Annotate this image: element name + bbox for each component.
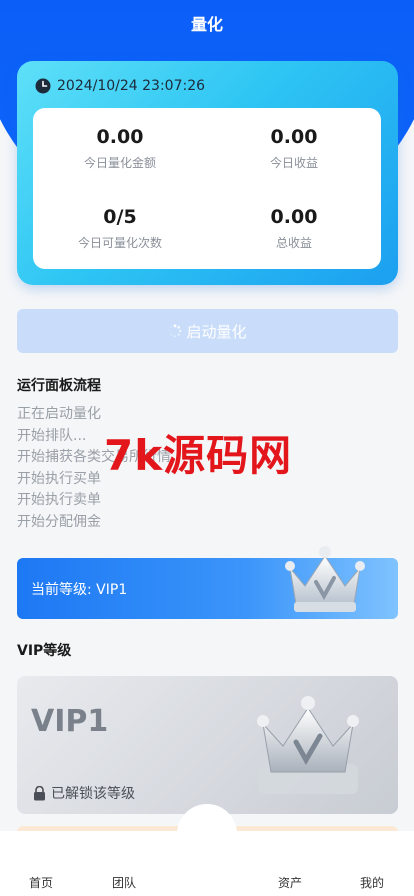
flow-section-title: 运行面板流程 — [17, 378, 101, 394]
stat-label: 今日收益 — [269, 155, 318, 170]
tab-center-button[interactable] — [177, 804, 237, 864]
tab-mine[interactable]: 我的 — [360, 874, 384, 891]
vip-unlock-text: 已解锁该等级 — [51, 786, 135, 802]
page-title: 量化 — [190, 15, 223, 34]
tab-home[interactable]: 首页 — [29, 874, 53, 891]
stats-card: 2024/10/24 23:07:26 0.00 今日量化金额 0.00 今日收… — [17, 61, 398, 285]
current-level-text: 当前等级: VIP1 — [31, 581, 128, 598]
vip-unlock-status: 已解锁该等级 — [33, 783, 135, 803]
flow-step: 开始分配佣金 — [17, 513, 101, 530]
stat-remaining-times: 0/5 今日可量化次数 — [33, 189, 207, 270]
stats-panel: 0.00 今日量化金额 0.00 今日收益 0/5 今日可量化次数 0.00 总… — [33, 108, 381, 269]
lock-icon — [34, 785, 45, 800]
watermark-logo: 7k源码网 — [104, 431, 293, 480]
vip-level-card[interactable]: VIP1 已解锁该等级 — [17, 676, 398, 814]
stat-label: 总收益 — [275, 236, 312, 251]
start-button-label: 启动量化 — [186, 323, 247, 341]
tab-assets[interactable]: 资产 — [278, 874, 302, 891]
start-quantify-button[interactable]: 启动量化 — [17, 309, 398, 353]
datetime-text: 2024/10/24 23:07:26 — [57, 78, 206, 94]
stat-total-income: 0.00 总收益 — [207, 189, 381, 270]
vip-card-name: VIP1 — [31, 704, 109, 739]
stat-label: 今日可量化次数 — [77, 236, 162, 251]
stat-value: 0.00 — [270, 125, 318, 148]
tab-team[interactable]: 团队 — [112, 874, 136, 891]
clock-icon — [35, 78, 51, 94]
spinner-icon — [169, 324, 182, 338]
flow-step: 开始执行卖单 — [17, 492, 101, 509]
vip-section-title: VIP等级 — [17, 643, 72, 659]
stat-value: 0.00 — [96, 125, 144, 148]
top-bar: 量化 — [0, 0, 414, 46]
datetime-row: 2024/10/24 23:07:26 — [35, 78, 205, 94]
stat-today-income: 0.00 今日收益 — [207, 108, 381, 189]
crown-icon — [285, 546, 365, 612]
crown-icon — [257, 696, 359, 794]
stat-value: 0.00 — [270, 206, 318, 229]
current-level-banner[interactable]: 当前等级: VIP1 — [17, 546, 398, 619]
stat-value: 0/5 — [103, 206, 137, 229]
stat-today-amount: 0.00 今日量化金额 — [33, 108, 207, 189]
stat-label: 今日量化金额 — [83, 155, 156, 170]
